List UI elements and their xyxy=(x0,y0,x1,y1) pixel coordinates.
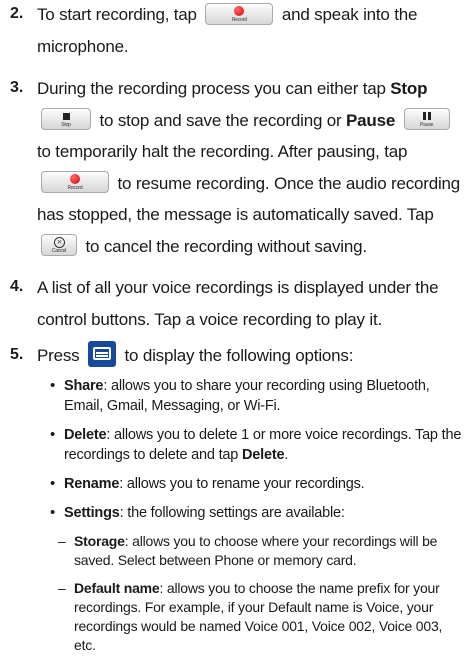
option-desc: : allows you to share your recording usi… xyxy=(64,378,430,414)
step-number: 4. xyxy=(10,278,24,295)
step-text: To start recording, tap Record and speak… xyxy=(37,0,466,62)
record-caption: Record xyxy=(231,16,247,23)
setting-desc: : allows you to choose where your record… xyxy=(74,533,438,568)
step-text: During the recording process you can eit… xyxy=(37,73,466,262)
step-number: 5. xyxy=(10,346,24,363)
record-button-image: Record xyxy=(205,2,274,25)
step-text-part: To start recording, tap xyxy=(37,5,197,24)
stop-icon xyxy=(62,113,70,121)
step-text-part: to cancel the recording without saving. xyxy=(85,236,368,256)
option-desc-end: . xyxy=(284,447,289,463)
option-term: Rename xyxy=(64,476,120,492)
list-item-settings: Settings: the following settings are ava… xyxy=(48,503,466,523)
option-desc: : allows you to rename your recordings. xyxy=(119,476,365,492)
stop-caption: Stop xyxy=(61,122,71,129)
setting-term: Storage xyxy=(74,533,125,549)
step-text-part: to display the following options: xyxy=(124,346,354,365)
step-text-part: to temporarily halt the recording. After… xyxy=(37,142,408,161)
list-item-delete: Delete: allows you to delete 1 or more v… xyxy=(48,425,466,465)
step-text-part: to stop and save the recording or xyxy=(99,110,342,130)
option-term: Settings xyxy=(64,505,120,521)
list-item-share: Share: allows you to share your recordin… xyxy=(48,376,466,416)
cancel-button-image: × Cancel xyxy=(41,234,77,257)
options-list: Share: allows you to share your recordin… xyxy=(48,376,466,664)
option-desc: : the following settings are available: xyxy=(119,505,345,521)
sub-item-default-name: Default name: allows you to choose the n… xyxy=(58,579,466,655)
step-text-part: Press xyxy=(37,346,80,365)
list-item-rename: Rename: allows you to rename your record… xyxy=(48,474,466,494)
step-text: Press to display the following options: xyxy=(37,340,466,372)
step-number: 2. xyxy=(10,5,24,22)
pause-icon xyxy=(422,112,431,121)
cancel-caption: Cancel xyxy=(51,248,67,255)
sub-item-storage: Storage: allows you to choose where your… xyxy=(58,532,466,570)
pause-label: Pause xyxy=(346,110,396,130)
record-icon xyxy=(234,5,245,16)
record-caption: Record xyxy=(67,185,83,192)
option-term: Share xyxy=(64,378,104,394)
setting-term: Default name xyxy=(74,580,160,596)
step-number: 3. xyxy=(10,79,24,96)
option-term-inline: Delete xyxy=(242,447,285,463)
record-icon xyxy=(70,174,80,185)
menu-key-icon xyxy=(88,340,116,367)
step-text-part: During the recording process you can eit… xyxy=(37,79,386,98)
pause-caption: Pause xyxy=(420,122,434,129)
record-button-image: Record xyxy=(41,171,109,194)
stop-label: Stop xyxy=(390,79,428,98)
cancel-icon: × xyxy=(54,237,65,249)
option-term: Delete xyxy=(64,427,107,443)
pause-button-image: Pause xyxy=(403,108,450,131)
step-text: A list of all your voice recordings is d… xyxy=(37,278,439,329)
stop-button-image: Stop xyxy=(41,108,91,131)
